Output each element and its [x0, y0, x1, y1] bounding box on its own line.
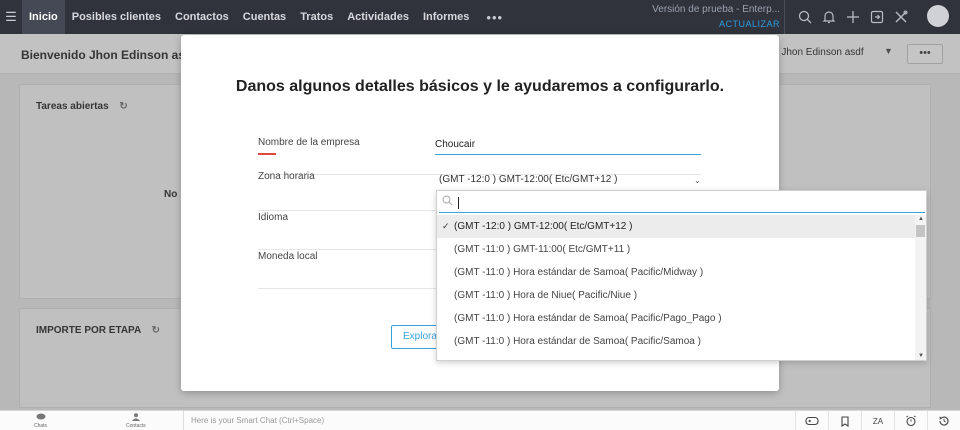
bell-icon[interactable] [817, 0, 841, 34]
dropdown-scrollbar[interactable]: ▲ ▼ [915, 215, 926, 360]
option-label: (GMT -12:0 ) GMT-12:00( Etc/GMT+12 ) [454, 221, 633, 232]
contacts-label: Contacts [126, 423, 146, 429]
check-icon: ✓ [442, 221, 450, 231]
chats-label: Chats [34, 423, 48, 429]
bottom-icons: ZA [795, 411, 960, 430]
option-label: (GMT -11:0 ) Hora de Niue( Pacific/Niue … [454, 290, 638, 301]
option-label: (GMT -11:0 ) Hora estándar de Samoa( Pac… [454, 313, 722, 324]
modal-title: Danos algunos detalles básicos y le ayud… [235, 78, 725, 95]
timezone-option[interactable]: (GMT -11:0 ) Hora de Niue( Pacific/Niue … [437, 284, 915, 307]
bottom-bar: Chats Contacts Here is your Smart Chat (… [0, 410, 960, 430]
tab-informes[interactable]: Informes [416, 0, 476, 34]
tag-icon[interactable] [828, 411, 861, 430]
scroll-thumb[interactable] [916, 225, 925, 237]
tab-posibles-clientes[interactable]: Posibles clientes [65, 0, 168, 34]
hamburger-icon[interactable]: ☰ [0, 0, 22, 34]
tab-contactos[interactable]: Contactos [168, 0, 236, 34]
language-label: Idioma [258, 212, 289, 223]
company-row: Nombre de la empresa Choucair [258, 135, 701, 175]
search-icon[interactable] [793, 0, 817, 34]
smart-chat-input[interactable]: Here is your Smart Chat (Ctrl+Space) [183, 411, 793, 430]
history-icon[interactable] [927, 411, 960, 430]
required-indicator [258, 153, 276, 155]
currency-label: Moneda local [258, 251, 318, 262]
contacts-button[interactable]: Contacts [126, 413, 146, 429]
chats-button[interactable]: Chats [34, 413, 47, 429]
chat-icon [34, 413, 47, 423]
text-cursor [458, 197, 459, 209]
more-tabs-button[interactable]: ••• [476, 10, 513, 25]
timezone-option[interactable]: ✓ (GMT -12:0 ) GMT-12:00( Etc/GMT+12 ) [437, 215, 915, 238]
scroll-down-icon[interactable]: ▼ [918, 353, 924, 359]
timezone-label: Zona horaria [258, 171, 315, 182]
trial-info: Versión de prueba - Enterp... ACTUALIZAR [652, 3, 780, 31]
top-navigation: ☰ Inicio Posibles clientes Contactos Cue… [0, 0, 960, 34]
timezone-option[interactable]: (GMT -11:0 ) GMT-11:00( Etc/GMT+11 ) [437, 238, 915, 261]
option-label: (GMT -11:0 ) Hora estándar de Samoa( Pac… [454, 267, 704, 278]
scroll-up-icon[interactable]: ▲ [918, 216, 924, 222]
option-label: (GMT -11:0 ) GMT-11:00( Etc/GMT+11 ) [454, 244, 631, 255]
timezone-search[interactable] [439, 193, 925, 213]
export-icon[interactable] [865, 0, 889, 34]
timezone-option[interactable]: (GMT -11:0 ) Hora estándar de Samoa( Pac… [437, 261, 915, 284]
timezone-option[interactable]: (GMT -11:0 ) Hora estándar de Samoa( Pac… [437, 330, 915, 353]
tools-icon[interactable] [889, 0, 913, 34]
chevron-down-icon[interactable]: ⌄ [694, 176, 701, 185]
timezone-dropdown: ✓ (GMT -12:0 ) GMT-12:00( Etc/GMT+12 ) (… [436, 190, 927, 361]
translate-icon[interactable]: ZA [861, 411, 894, 430]
company-name-input[interactable]: Choucair [435, 139, 701, 155]
top-icons [784, 0, 913, 34]
upgrade-link[interactable]: ACTUALIZAR [652, 17, 780, 31]
avatar[interactable] [927, 5, 949, 27]
option-label: (GMT -11:0 ) Hora estándar de Samoa( Pac… [454, 336, 701, 347]
company-label: Nombre de la empresa [258, 137, 360, 148]
tab-inicio[interactable]: Inicio [22, 0, 65, 34]
gamepad-icon[interactable] [795, 411, 828, 430]
contact-icon [126, 413, 146, 423]
plus-icon[interactable] [841, 0, 865, 34]
search-icon [442, 195, 453, 209]
timezone-option[interactable]: (GMT -11:0 ) Hora estándar de Samoa( Pac… [437, 307, 915, 330]
tab-actividades[interactable]: Actividades [340, 0, 416, 34]
trial-text: Versión de prueba - Enterp... [652, 4, 780, 15]
tab-cuentas[interactable]: Cuentas [236, 0, 293, 34]
timezone-options: ✓ (GMT -12:0 ) GMT-12:00( Etc/GMT+12 ) (… [437, 215, 915, 361]
alarm-icon[interactable] [894, 411, 927, 430]
tab-tratos[interactable]: Tratos [293, 0, 340, 34]
timezone-select[interactable]: (GMT -12:0 ) GMT-12:00( Etc/GMT+12 ) [439, 174, 617, 185]
